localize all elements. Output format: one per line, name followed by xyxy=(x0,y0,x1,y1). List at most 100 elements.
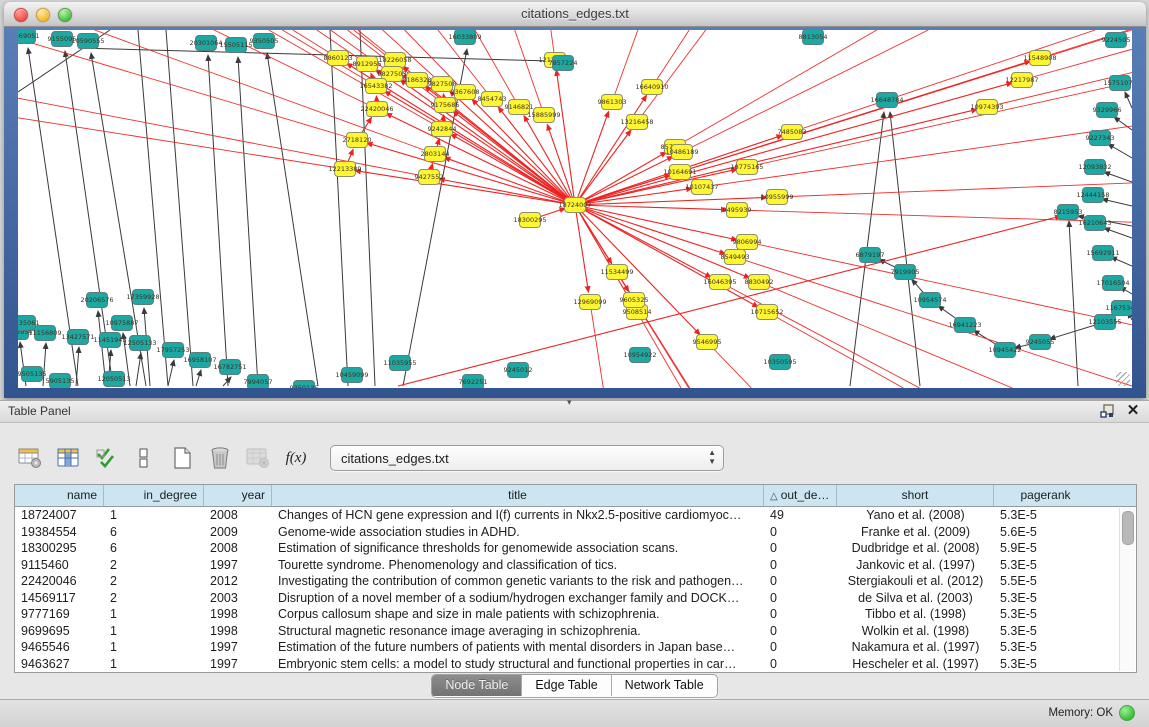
graph-node[interactable]: 9605325 xyxy=(620,293,649,308)
table-row[interactable]: 1456911722003Disruption of a novel membe… xyxy=(15,590,1136,607)
graph-node[interactable]: 12050513 xyxy=(97,372,130,387)
graph-node[interactable]: 8549493 xyxy=(721,250,750,265)
graph-node[interactable]: 16958107 xyxy=(183,353,216,368)
graph-node[interactable]: 8830492 xyxy=(745,275,774,290)
graph-node[interactable]: 9245012 xyxy=(504,363,533,378)
close-panel-icon[interactable]: ✕ xyxy=(1125,403,1141,419)
graph-node[interactable]: 7857224 xyxy=(549,56,578,71)
graph-node[interactable]: 10350595 xyxy=(763,355,796,370)
graph-node[interactable]: 10715652 xyxy=(750,305,783,320)
graph-node[interactable]: 10954574 xyxy=(913,293,946,308)
graph-node[interactable]: 9350135 xyxy=(290,381,319,389)
graph-node[interactable]: 10975887 xyxy=(105,316,138,331)
column-header-name[interactable]: name xyxy=(15,485,104,506)
float-panel-icon[interactable] xyxy=(1099,403,1115,419)
network-view-window[interactable]: citations_edges.txt 18724007886012389129… xyxy=(4,2,1146,398)
graph-node[interactable]: 12217987 xyxy=(1005,73,1038,88)
graph-node[interactable]: 20301064 xyxy=(189,36,222,51)
graph-node[interactable]: 7692251 xyxy=(459,375,488,389)
graph-node[interactable]: 2803144 xyxy=(421,147,450,162)
network-window-titlebar[interactable]: citations_edges.txt xyxy=(4,2,1146,27)
graph-node[interactable]: 15505115 xyxy=(219,38,252,53)
column-header-out_de[interactable]: △out_de… xyxy=(764,485,837,506)
graph-node[interactable]: 9224505 xyxy=(1102,33,1131,48)
scrollbar-thumb[interactable] xyxy=(1122,511,1134,545)
graph-node[interactable]: 11675345 xyxy=(1105,301,1132,316)
graph-node[interactable]: 7919905 xyxy=(891,265,920,280)
graph-node[interactable]: 9505135 xyxy=(18,367,46,382)
graph-node[interactable]: 9245055 xyxy=(1026,335,1055,350)
graph-node[interactable]: 16210643 xyxy=(1078,216,1111,231)
network-graph[interactable]: 1872400788601238912955182260589827503818… xyxy=(18,30,1132,388)
graph-node[interactable]: 9806994 xyxy=(733,235,762,250)
graph-node[interactable]: 2669051 xyxy=(18,30,39,44)
graph-node[interactable]: 5905135 xyxy=(46,374,75,389)
graph-node[interactable]: 9350505 xyxy=(250,34,279,49)
delete-table-icon[interactable] xyxy=(242,443,274,473)
table-row[interactable]: 977716911998Corpus callosum shape and si… xyxy=(15,606,1136,623)
graph-node[interactable]: 17016504 xyxy=(1096,276,1129,291)
graph-node[interactable]: 16046395 xyxy=(703,275,736,290)
graph-node[interactable]: 9495939 xyxy=(723,203,752,218)
graph-node[interactable]: 7994057 xyxy=(244,375,273,389)
graph-node[interactable]: 8813054 xyxy=(799,30,828,45)
graph-node[interactable]: 9227343 xyxy=(1086,131,1115,146)
graph-node[interactable]: 6879197 xyxy=(856,248,885,263)
tab-edge-table[interactable]: Edge Table xyxy=(522,675,611,696)
tab-node-table[interactable]: Node Table xyxy=(432,675,522,696)
graph-node[interactable]: 9546995 xyxy=(693,335,722,350)
row-height-icon[interactable] xyxy=(128,443,160,473)
graph-node[interactable]: 16640910 xyxy=(635,80,668,95)
graph-node[interactable]: 10107437 xyxy=(685,180,718,195)
tab-network-table[interactable]: Network Table xyxy=(612,675,717,696)
resize-grip-icon[interactable] xyxy=(1116,372,1130,386)
graph-node[interactable]: 12093832 xyxy=(1078,160,1111,175)
graph-node[interactable]: 10955999 xyxy=(760,190,793,205)
table-selector-dropdown[interactable]: citations_edges.txt ▲▼ xyxy=(330,445,724,471)
graph-node[interactable]: 11534499 xyxy=(600,265,633,280)
graph-node[interactable]: 18300295 xyxy=(513,213,546,228)
show-columns-icon[interactable] xyxy=(52,443,84,473)
graph-node[interactable]: 10954922 xyxy=(623,348,656,363)
table-row[interactable]: 2242004622012Investigating the contribut… xyxy=(15,573,1136,590)
graph-node[interactable]: 13427571 xyxy=(61,330,94,345)
column-header-title[interactable]: title xyxy=(272,485,764,506)
graph-node[interactable]: 12213389 xyxy=(328,162,361,177)
graph-node[interactable]: 9175685 xyxy=(431,98,460,113)
table-row[interactable]: 1872400712008Changes of HCN gene express… xyxy=(15,507,1136,524)
graph-node[interactable]: 15751074 xyxy=(1103,76,1132,91)
table-row[interactable]: 1938455462009Genome-wide association stu… xyxy=(15,524,1136,541)
column-header-year[interactable]: year xyxy=(204,485,272,506)
graph-node[interactable]: 10945422 xyxy=(988,343,1021,358)
graph-node[interactable]: 17359928 xyxy=(126,290,159,305)
column-header-in_degree[interactable]: in_degree xyxy=(104,485,204,506)
table-row[interactable]: 1830029562008Estimation of significance … xyxy=(15,540,1136,557)
table-row[interactable]: 911546021997Tourette syndrome. Phenomeno… xyxy=(15,557,1136,574)
graph-node[interactable]: 12505133 xyxy=(123,336,156,351)
table-scrollbar[interactable] xyxy=(1119,508,1135,671)
graph-node[interactable]: 10974393 xyxy=(970,100,1003,115)
select-all-icon[interactable] xyxy=(90,443,122,473)
graph-node[interactable]: 11451943 xyxy=(93,333,126,348)
graph-node[interactable]: 2367608 xyxy=(451,85,480,100)
graph-node[interactable]: 7485083 xyxy=(778,125,807,140)
graph-node[interactable]: 8454743 xyxy=(478,92,507,107)
splitter-handle[interactable]: ▾ xyxy=(567,397,572,408)
table-row[interactable]: 969969511998Structural magnetic resonanc… xyxy=(15,623,1136,640)
graph-node[interactable]: 8860123 xyxy=(324,51,353,66)
graph-node[interactable]: 10459099 xyxy=(335,368,368,383)
graph-node[interactable]: 18226058 xyxy=(378,53,411,68)
graph-node[interactable]: 11035955 xyxy=(383,356,416,371)
table-row[interactable]: 946362711997Embryonic stem cells: a mode… xyxy=(15,656,1136,673)
column-header-pagerank[interactable]: pagerank xyxy=(994,485,1097,506)
function-builder-icon[interactable]: f(x) xyxy=(280,443,312,473)
graph-node[interactable]: 12444158 xyxy=(1076,188,1109,203)
graph-node[interactable]: 16782751 xyxy=(213,360,246,375)
graph-node[interactable]: 9242844 xyxy=(428,122,457,137)
graph-node[interactable]: 2718120 xyxy=(343,133,372,148)
graph-node[interactable]: 16648784 xyxy=(870,93,903,108)
graph-node[interactable]: 16941223 xyxy=(948,318,981,333)
column-settings-icon[interactable] xyxy=(14,443,46,473)
graph-node[interactable]: 8215953 xyxy=(1054,205,1083,220)
new-column-icon[interactable] xyxy=(166,443,198,473)
